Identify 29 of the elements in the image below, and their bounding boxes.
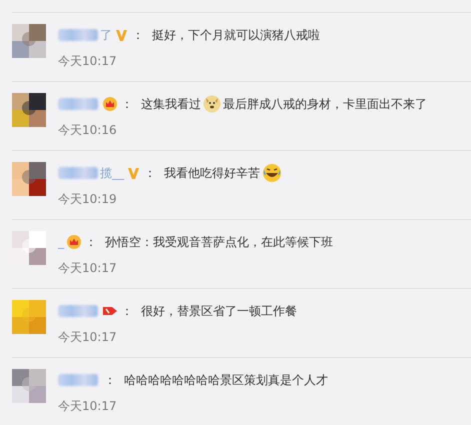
comment-time: 今天10:17 <box>58 53 118 70</box>
comment-text: 哈哈哈哈哈哈哈哈景区策划真是个人才 <box>124 372 328 388</box>
comment-text: 很好，替景区省了一顿工作餐 <box>141 302 297 320</box>
colon: ： <box>121 96 133 112</box>
user-name[interactable]: 揽__ <box>100 164 124 182</box>
comment-time: 今天10:17 <box>58 398 118 415</box>
verified-icon <box>115 28 128 42</box>
colon: ： <box>85 234 97 250</box>
colon: ： <box>104 372 116 388</box>
comment-time: 今天10:17 <box>58 329 118 346</box>
colon: ： <box>121 302 133 320</box>
comment-text: 我看他吃得好辛苦 <box>164 164 260 182</box>
comment-text: 这集我看过 <box>141 96 201 112</box>
comment-text: 孙悟空：我受观音菩萨点化，在此等候下班 <box>105 234 333 250</box>
tag-icon <box>103 305 117 317</box>
colon: ： <box>132 26 144 44</box>
comment-time: 今天10:19 <box>58 191 118 208</box>
dog-emoji-icon <box>203 95 221 113</box>
comment-time: 今天10:17 <box>58 260 118 277</box>
crown-icon <box>67 235 81 249</box>
comment-text: 挺好，下个月就可以演猪八戒啦 <box>152 26 320 44</box>
verified-icon <box>127 166 140 180</box>
user-name[interactable]: 了 <box>100 26 112 44</box>
crown-icon <box>103 97 117 111</box>
laughing-crying-emoji-icon <box>262 163 282 183</box>
comment-text: 最后胖成八戒的身材，卡里面出不来了 <box>223 96 427 112</box>
colon: ： <box>144 164 156 182</box>
comment-time: 今天10:16 <box>58 122 118 139</box>
user-name[interactable]: _ <box>58 235 64 249</box>
